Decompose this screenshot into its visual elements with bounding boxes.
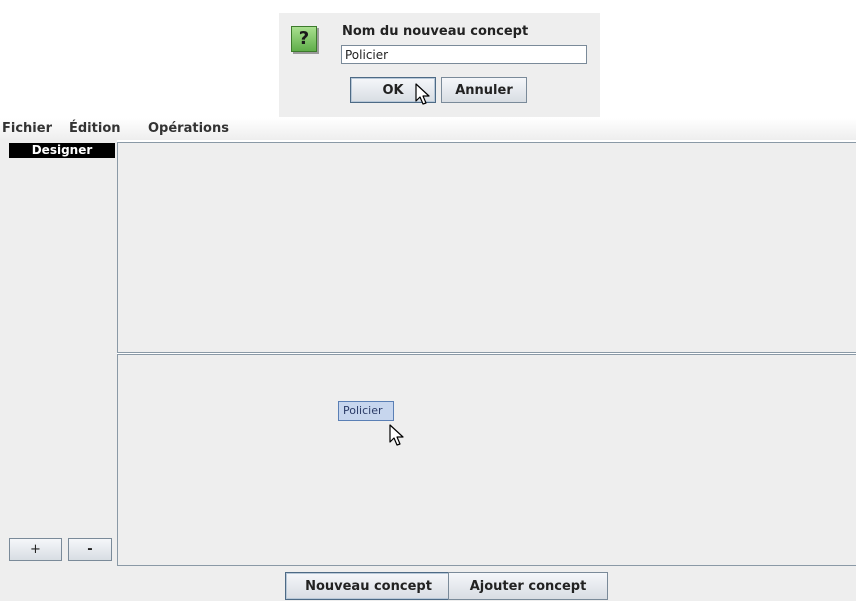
menu-bar: Fichier Édition Opérations (0, 118, 856, 140)
dialog-prompt: Nom du nouveau concept (342, 24, 529, 39)
designer-tab[interactable]: Designer (9, 143, 115, 158)
concept-node[interactable]: Policier (338, 401, 394, 421)
menu-edition[interactable]: Édition (69, 121, 121, 136)
new-concept-button[interactable]: Nouveau concept (285, 572, 452, 600)
add-button[interactable]: + (9, 538, 62, 561)
mouse-pointer-icon (389, 424, 404, 446)
menu-fichier[interactable]: Fichier (2, 121, 52, 136)
concept-name-input[interactable] (341, 45, 587, 64)
top-canvas-panel[interactable] (117, 142, 856, 353)
cancel-button[interactable]: Annuler (441, 77, 527, 103)
add-concept-button[interactable]: Ajouter concept (448, 572, 608, 600)
remove-button[interactable]: - (68, 538, 112, 561)
question-icon: ? (291, 26, 317, 52)
menu-operations[interactable]: Opérations (148, 121, 229, 136)
bottom-toolbar: Nouveau concept Ajouter concept (117, 566, 856, 601)
mouse-pointer-icon (415, 83, 430, 105)
left-sidebar: Designer + - (0, 140, 117, 601)
concept-canvas-panel[interactable]: Policier (117, 354, 856, 566)
new-concept-dialog: ? Nom du nouveau concept OK Annuler (279, 13, 600, 117)
